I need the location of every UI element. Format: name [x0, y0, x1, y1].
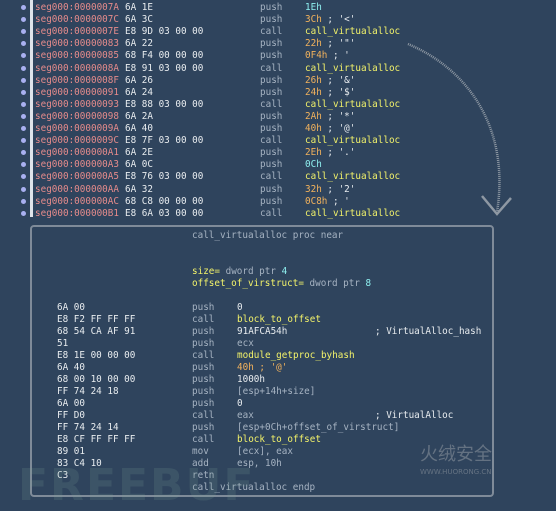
mnemonic: push — [192, 374, 215, 385]
arg-offset: 8 — [365, 278, 372, 289]
mnemonic: push — [192, 398, 215, 409]
operand: 91AFCA54h — [237, 326, 288, 337]
stack-arg: offset_of_virstruct= dword ptr 8 — [192, 278, 371, 289]
opcode-bytes: FF 74 24 18 — [57, 386, 119, 397]
operand[interactable]: block_to_offset — [237, 434, 321, 445]
proc-row: 6A 00 push 0 — [0, 302, 556, 314]
mnemonic: call — [192, 350, 215, 361]
mnemonic: push — [192, 386, 215, 397]
mnemonic: push — [192, 338, 215, 349]
mnemonic: call — [192, 314, 215, 325]
operand: 1000h — [237, 374, 265, 385]
arg-type: dword ptr — [220, 266, 282, 277]
comment: ; VirtualAlloc_hash — [375, 326, 482, 337]
arg-type: dword ptr — [303, 278, 366, 289]
opcode-bytes: FF D0 — [57, 410, 85, 421]
opcode-bytes: E8 CF FF FF FF — [57, 434, 136, 445]
proc-row: offset_of_virstruct= dword ptr 8 — [0, 278, 556, 290]
proc-row: 6A 40 push 40h ; '@' — [0, 362, 556, 374]
operand[interactable]: module_getproc_byhash — [237, 350, 355, 361]
comment: ; VirtualAlloc — [375, 410, 454, 421]
proc-row: FF 74 24 18 push [esp+14h+size] — [0, 386, 556, 398]
opcode-bytes: E8 1E 00 00 00 — [57, 350, 136, 361]
mnemonic: call — [192, 434, 215, 445]
huorong-watermark: 火绒安全 — [420, 444, 492, 465]
opcode-bytes: FF 74 24 14 — [57, 422, 119, 433]
proc-row: 6A 00 push 0 — [0, 398, 556, 410]
proc-row: E8 F2 FF FF FF call block_to_offset — [0, 314, 556, 326]
proc-row: FF 74 24 14 push [esp+0Ch+offset_of_virstr… — [0, 422, 556, 434]
huorong-url-watermark: WWW.HUORONG.CN — [420, 468, 492, 476]
arg-name: offset_of_virstruct= — [192, 278, 304, 289]
operand: [esp+14h+size] — [237, 386, 316, 397]
opcode-bytes: 6A 00 — [57, 302, 85, 313]
arg-name: size= — [192, 266, 220, 277]
stack-arg: size= dword ptr 4 — [192, 266, 287, 277]
proc-row: 68 00 10 00 00 push 1000h — [0, 374, 556, 386]
proc-row: E8 1E 00 00 00 call module_getproc_byhash — [0, 350, 556, 362]
proc-row: 51 push ecx — [0, 338, 556, 350]
opcode-bytes: 68 54 CA AF 91 — [57, 326, 136, 337]
opcode-bytes: 89 01 — [57, 446, 85, 457]
operand: [ecx], eax — [237, 446, 293, 457]
freebuf-watermark: FREEBUF — [18, 460, 256, 511]
mnemonic: mov — [192, 446, 209, 457]
operand[interactable]: block_to_offset — [237, 314, 321, 325]
mnemonic: push — [192, 422, 215, 433]
proc-header: call_virtualalloc proc near — [192, 230, 344, 241]
mnemonic: call — [192, 410, 215, 421]
mnemonic: push — [192, 362, 215, 373]
opcode-bytes: 6A 40 — [57, 362, 85, 373]
proc-row: call_virtualalloc proc near — [0, 230, 556, 242]
opcode-bytes: E8 F2 FF FF FF — [57, 314, 136, 325]
operand: 40h ; '@' — [237, 362, 288, 373]
proc-row: size= dword ptr 4 — [0, 266, 556, 278]
operand: [esp+0Ch+offset_of_virstruct] — [237, 422, 400, 433]
opcode-bytes: 68 00 10 00 00 — [57, 374, 136, 385]
mnemonic: push — [192, 302, 215, 313]
operand: eax — [237, 410, 254, 421]
proc-row: 68 54 CA AF 91 push 91AFCA54h ; VirtualAllo… — [0, 326, 556, 338]
operand: ecx — [237, 338, 254, 349]
operand: 0 — [237, 302, 243, 313]
opcode-bytes: 51 — [57, 338, 69, 349]
arg-offset: 4 — [281, 266, 288, 277]
proc-row: FF D0 call eax ; VirtualAlloc — [0, 410, 556, 422]
operand: 0 — [237, 398, 243, 409]
opcode-bytes: 6A 00 — [57, 398, 85, 409]
mnemonic: push — [192, 326, 215, 337]
